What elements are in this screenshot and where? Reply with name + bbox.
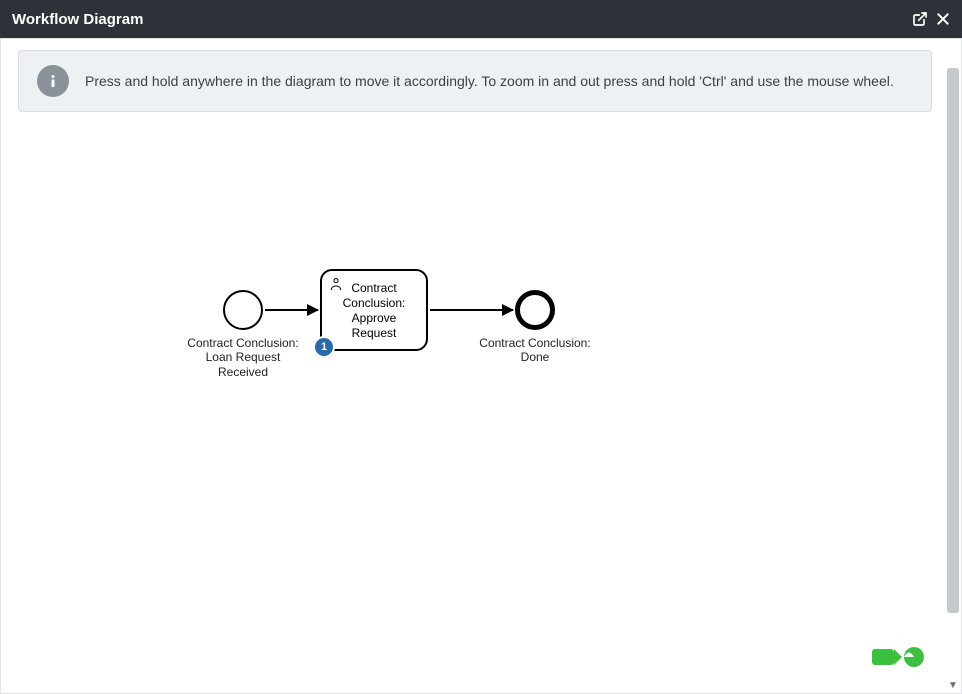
start-event[interactable]	[223, 290, 263, 330]
end-event-label: Contract Conclusion: Done	[475, 336, 595, 365]
user-task[interactable]: Contract Conclusion: Approve Request 1	[320, 269, 428, 351]
task-instance-badge: 1	[313, 336, 335, 358]
bpmn-logo	[872, 646, 926, 668]
dialog-title: Workflow Diagram	[12, 11, 143, 28]
vertical-scrollbar[interactable]: ▲ ▼	[944, 38, 962, 694]
scroll-track[interactable]	[945, 56, 961, 656]
sequence-flow	[430, 309, 513, 311]
scroll-down-icon[interactable]: ▼	[947, 680, 959, 692]
external-link-icon[interactable]	[912, 11, 928, 27]
header-actions	[912, 11, 950, 27]
dialog-content: Press and hold anywhere in the diagram t…	[0, 38, 962, 694]
scroll-thumb[interactable]	[947, 68, 959, 613]
start-event-label: Contract Conclusion: Loan Request Receiv…	[183, 336, 303, 379]
close-icon[interactable]	[936, 12, 950, 26]
sequence-flow	[265, 309, 318, 311]
info-icon	[37, 65, 69, 97]
end-event[interactable]	[515, 290, 555, 330]
diagram-canvas[interactable]: Contract Conclusion: Loan Request Receiv…	[18, 112, 944, 652]
dialog-header: Workflow Diagram	[0, 0, 962, 38]
info-banner: Press and hold anywhere in the diagram t…	[18, 50, 932, 112]
user-task-icon	[328, 276, 344, 295]
info-text: Press and hold anywhere in the diagram t…	[85, 73, 894, 89]
